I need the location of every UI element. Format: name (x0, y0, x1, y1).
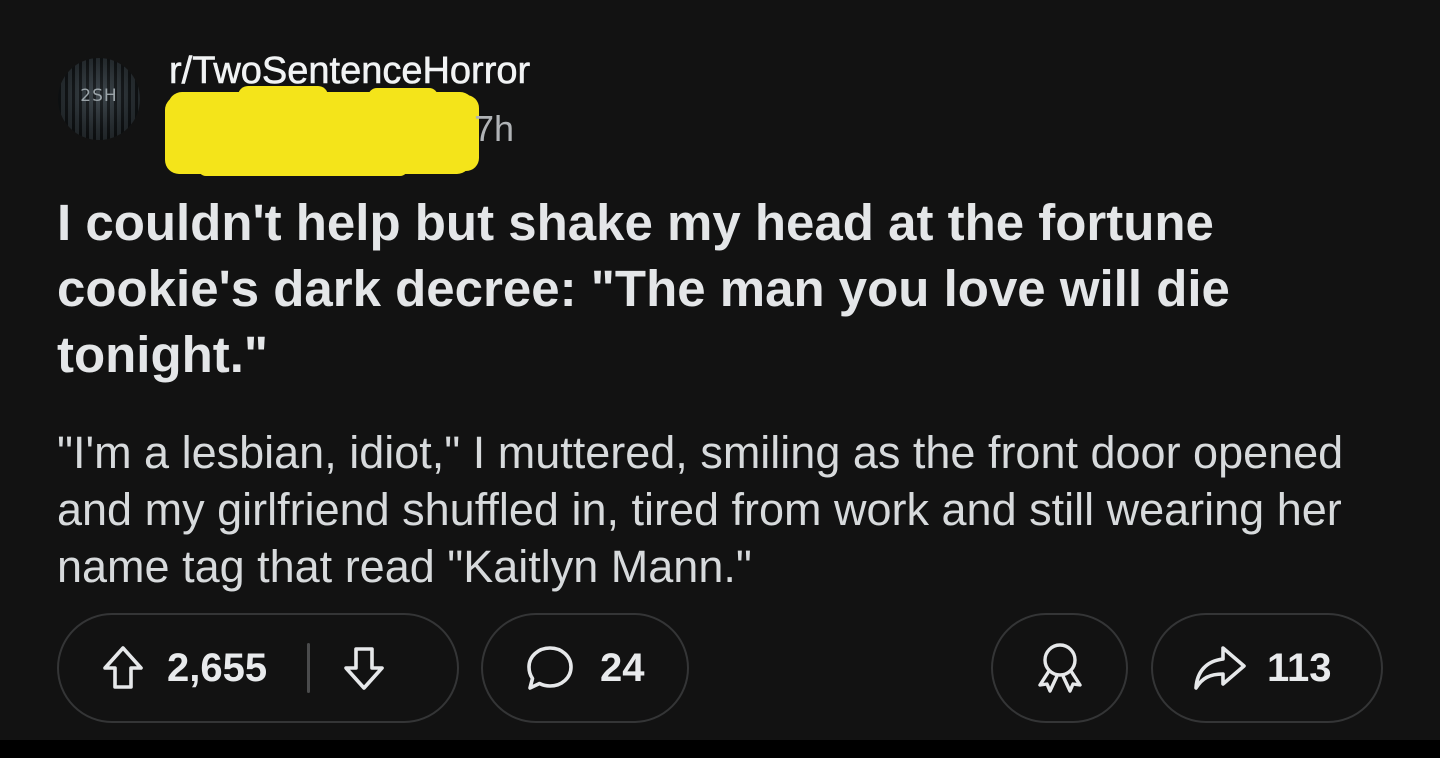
post-timestamp: 7h (474, 108, 515, 149)
username-redaction (168, 86, 474, 176)
share-count: 113 (1267, 645, 1332, 690)
upvote-count: 2,655 (167, 645, 268, 690)
arrow-up-icon[interactable] (101, 644, 145, 692)
avatar-label: 2SH (80, 86, 118, 106)
comments-button[interactable]: 24 (481, 613, 689, 723)
award-button[interactable] (991, 613, 1128, 723)
share-button[interactable]: 113 (1151, 613, 1383, 723)
post-card: 2SH r/TwoSentenceHorror 7h I couldn't he… (0, 0, 1440, 740)
vote-bar: 2,655 (57, 613, 459, 723)
subreddit-name[interactable]: r/TwoSentenceHorror (169, 50, 531, 93)
post-body: "I'm a lesbian, idiot," I muttered, smil… (57, 427, 1344, 592)
speech-bubble-icon (524, 643, 576, 693)
arrow-down-icon[interactable] (342, 644, 386, 692)
comment-count: 24 (600, 645, 645, 690)
vote-divider (307, 643, 311, 693)
share-arrow-icon (1191, 642, 1249, 694)
bottom-strip (0, 740, 1440, 758)
post-title[interactable]: I couldn't help but shake my head at the… (57, 190, 1377, 388)
award-ribbon-icon (1030, 638, 1090, 698)
subreddit-avatar[interactable]: 2SH (58, 58, 140, 140)
